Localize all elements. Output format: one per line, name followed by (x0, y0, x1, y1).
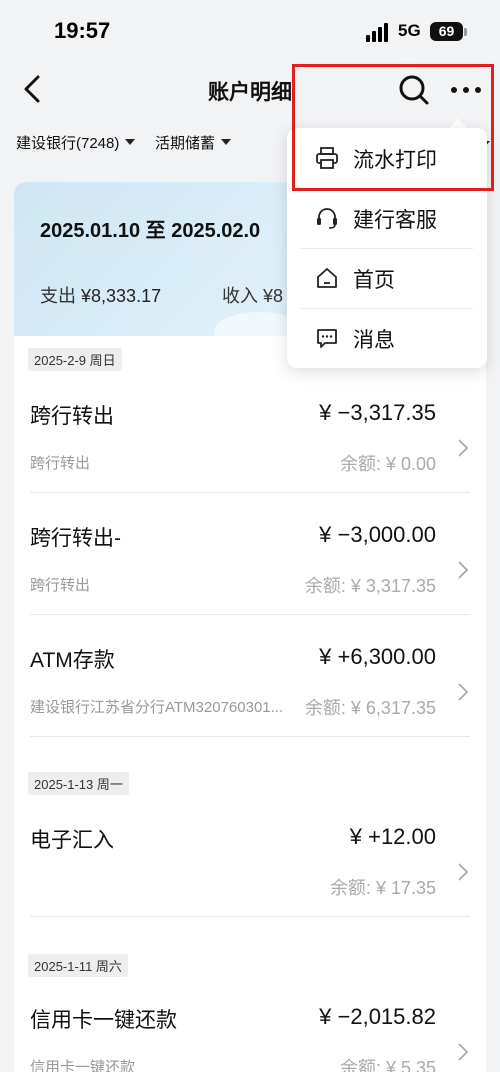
transaction-subtitle: 信用卡一键还款 (30, 1059, 136, 1072)
transaction-title: ATM存款 (30, 649, 115, 672)
signal-icon (366, 22, 392, 42)
chevron-right-icon (458, 863, 469, 881)
transaction-title: 电子汇入 (30, 829, 114, 852)
expense-value: ¥8,333.17 (81, 286, 162, 306)
income-total: 收入 ¥8 (222, 282, 283, 308)
network-type: 5G (398, 21, 421, 40)
date-header: 2025-1-13 周一 (28, 772, 129, 795)
transaction-balance: 余额: ¥ 17.35 (329, 878, 436, 898)
transaction-row[interactable]: 电子汇入 ¥ +12.00 余额: ¥ 17.35 (14, 824, 486, 934)
transaction-amount: ¥ +12.00 (349, 824, 436, 849)
transaction-row[interactable]: 跨行转出 ¥ −3,317.35 跨行转出 余额: ¥ 0.00 (14, 400, 486, 510)
date-header: 2025-2-9 周日 (28, 348, 122, 371)
chevron-right-icon (458, 1043, 469, 1061)
transaction-amount: ¥ +6,300.00 (319, 644, 436, 669)
transaction-subtitle: 跨行转出 (30, 577, 91, 594)
transaction-subtitle: 跨行转出 (30, 455, 91, 472)
date-header: 2025-1-11 周六 (28, 954, 128, 977)
status-time: 19:57 (54, 18, 111, 43)
transaction-balance: 余额: ¥ 6,317.35 (304, 698, 436, 718)
transaction-title: 信用卡一键还款 (30, 1009, 177, 1032)
headset-icon (317, 208, 337, 229)
transaction-balance: 余额: ¥ 0.00 (339, 454, 436, 474)
status-bar: 19:57 5G 69 (0, 0, 500, 64)
divider (30, 916, 470, 917)
income-label: 收入 (222, 286, 258, 306)
transaction-title: 跨行转出 (30, 405, 114, 428)
message-icon (317, 329, 337, 348)
transaction-row[interactable]: 信用卡一键还款 ¥ −2,015.82 信用卡一键还款 余额: ¥ 5.35 (14, 1004, 486, 1072)
transaction-subtitle: 建设银行江苏省分行ATM320760301... (30, 699, 284, 716)
expense-label: 支出 (40, 286, 76, 306)
income-value: ¥8 (263, 286, 284, 306)
transaction-balance: 余额: ¥ 5.35 (339, 1058, 436, 1072)
highlight-annotation-box (292, 64, 494, 191)
menu-label: 首页 (353, 269, 395, 292)
menu-item-customer-service[interactable]: 建行客服 (287, 188, 487, 248)
account-type-filter[interactable]: 活期储蓄 (155, 132, 232, 153)
chevron-right-icon (458, 439, 469, 457)
account-filter-label: 建设银行(7248) (16, 135, 120, 152)
transaction-row[interactable]: ATM存款 ¥ +6,300.00 建设银行江苏省分行ATM320760301.… (14, 644, 486, 754)
account-type-label: 活期储蓄 (155, 135, 216, 152)
chevron-right-icon (458, 561, 469, 579)
account-filter[interactable]: 建设银行(7248) (16, 132, 136, 153)
home-icon (317, 268, 337, 288)
date-range[interactable]: 2025.01.10 至 2025.02.0 (40, 214, 260, 243)
divider (30, 614, 470, 615)
battery-icon: 69 (430, 22, 463, 41)
divider (30, 736, 470, 737)
transaction-amount: ¥ −3,000.00 (319, 522, 436, 547)
menu-item-home[interactable]: 首页 (287, 248, 487, 308)
transaction-amount: ¥ −2,015.82 (319, 1004, 436, 1029)
chevron-right-icon (458, 683, 469, 701)
menu-label: 建行客服 (353, 209, 437, 232)
transaction-amount: ¥ −3,317.35 (319, 400, 436, 425)
menu-item-messages[interactable]: 消息 (287, 308, 487, 368)
transaction-row[interactable]: 跨行转出- ¥ −3,000.00 跨行转出 余额: ¥ 3,317.35 (14, 522, 486, 632)
menu-label: 消息 (353, 329, 395, 352)
transaction-title: 跨行转出- (30, 527, 121, 550)
transaction-list: 2025-2-9 周日 跨行转出 ¥ −3,317.35 跨行转出 余额: ¥ … (14, 336, 486, 1072)
transaction-balance: 余额: ¥ 3,317.35 (304, 576, 436, 596)
expense-total: 支出 ¥8,333.17 (40, 282, 161, 308)
caret-down-icon (125, 139, 136, 146)
battery-tip (464, 28, 467, 36)
caret-down-icon (221, 139, 232, 146)
divider (30, 492, 470, 493)
